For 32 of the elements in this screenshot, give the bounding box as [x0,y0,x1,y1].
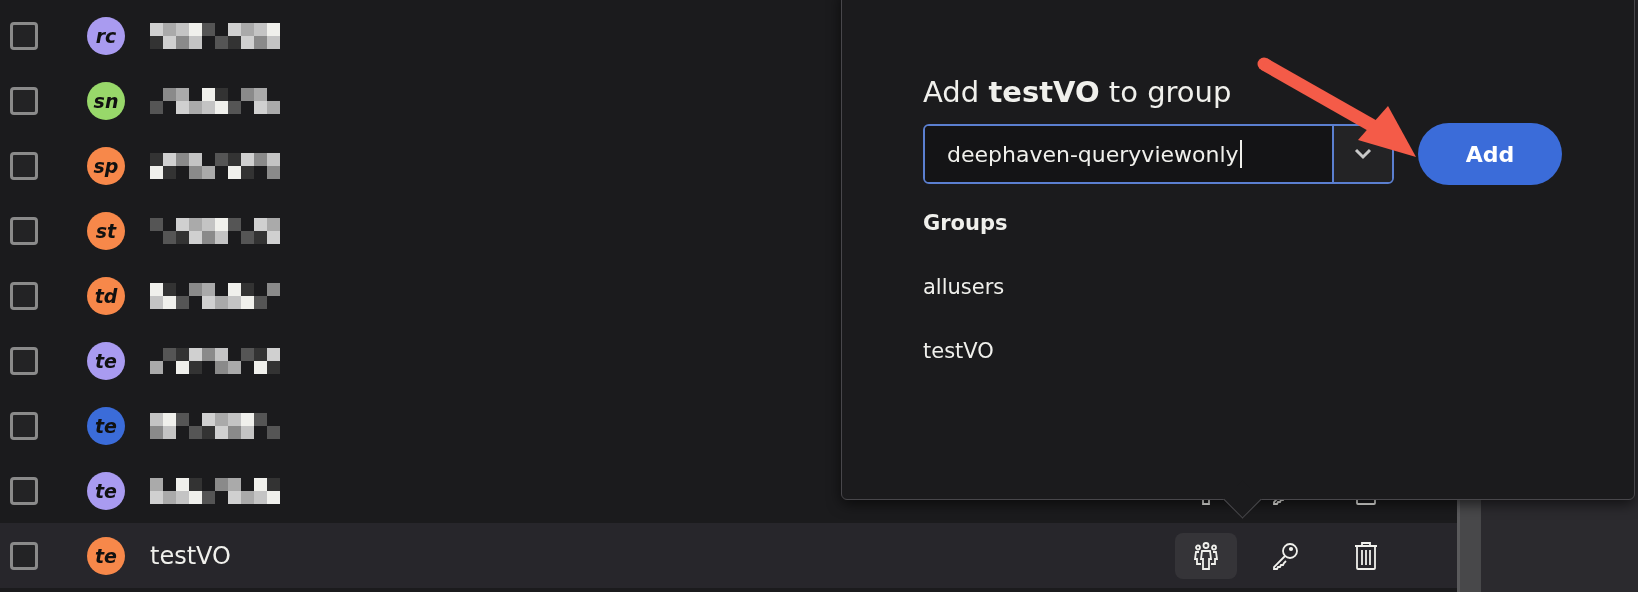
user-name: testVO [150,541,231,570]
checkbox[interactable] [10,281,38,310]
people-icon [1191,540,1221,571]
user-avatar: st [87,211,125,250]
user-avatar: sn [87,81,125,120]
groups-button[interactable] [1175,532,1237,579]
user-avatar: sp [87,146,125,185]
key-icon [1271,540,1301,571]
checkbox[interactable] [10,86,38,115]
add-button[interactable]: Add [1418,123,1562,185]
group-list-item[interactable]: testVO [923,339,994,363]
checkbox[interactable] [10,541,38,570]
user-avatar: te [87,471,125,510]
user-row[interactable]: rc [0,3,1457,68]
chevron-down-icon [1353,148,1373,160]
popover-title: Add testVO to group [923,74,1233,111]
checkbox[interactable] [10,346,38,375]
user-avatar: rc [87,16,125,55]
user-avatar: te [87,406,125,445]
group-list-item[interactable]: allusers [923,275,1005,299]
user-avatar: te [87,536,125,575]
user-avatar: td [87,276,125,315]
checkbox[interactable] [10,21,38,50]
checkbox[interactable] [10,411,38,440]
user-row[interactable]: te testVO [0,523,1457,588]
checkbox[interactable] [10,476,38,505]
checkbox[interactable] [10,151,38,180]
checkbox[interactable] [10,216,38,245]
user-row[interactable]: te [0,393,1457,458]
groups-heading: Groups [923,211,1009,235]
group-combo-field[interactable]: deephaven-queryviewonly [923,124,1394,184]
user-avatar: te [87,341,125,380]
